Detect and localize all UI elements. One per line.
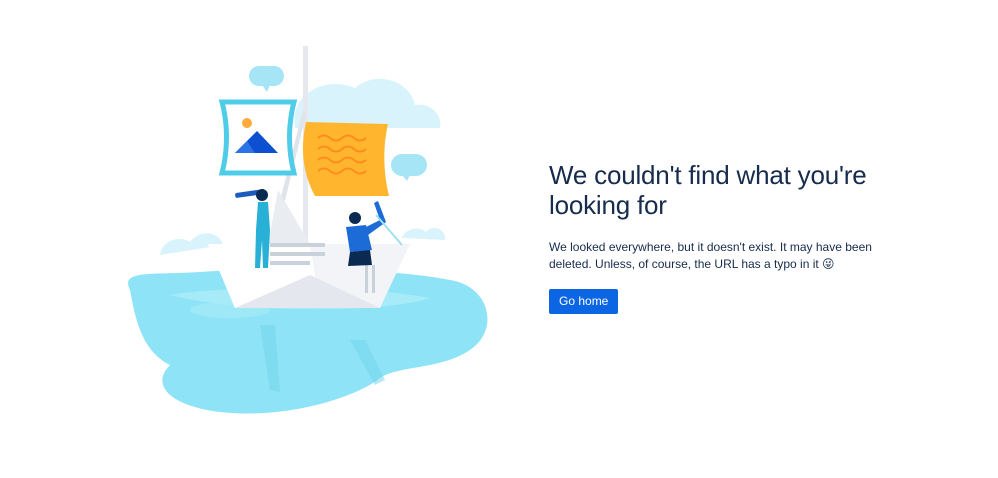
yellow-sail [302,122,389,196]
error-content: We couldn't find what you're looking for… [549,160,949,314]
error-message: We looked everywhere, but it doesn't exi… [549,240,872,271]
page-title: We couldn't find what you're looking for [549,160,867,220]
not-found-page: We couldn't find what you're looking for… [0,0,998,478]
go-home-button[interactable]: Go home [549,289,619,314]
paper-boat-illustration [128,46,488,414]
image-sail [218,99,298,176]
